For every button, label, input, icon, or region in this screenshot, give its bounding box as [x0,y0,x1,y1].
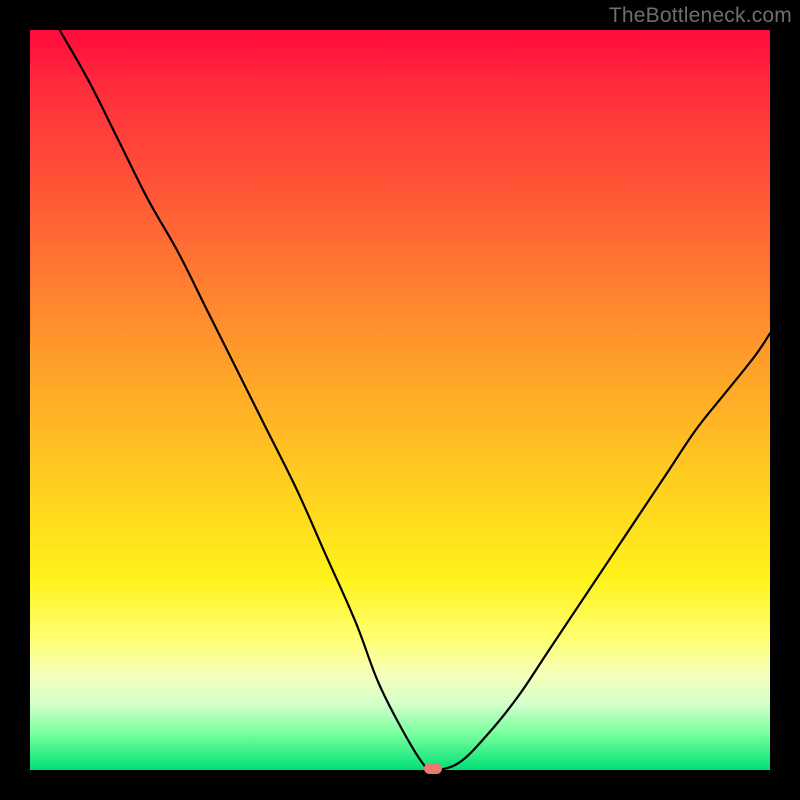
curve-path [60,30,770,770]
chart-stage: TheBottleneck.com [0,0,800,800]
bottleneck-curve [30,30,770,770]
valley-marker [424,763,442,774]
watermark-text: TheBottleneck.com [609,4,792,28]
plot-area [30,30,770,770]
